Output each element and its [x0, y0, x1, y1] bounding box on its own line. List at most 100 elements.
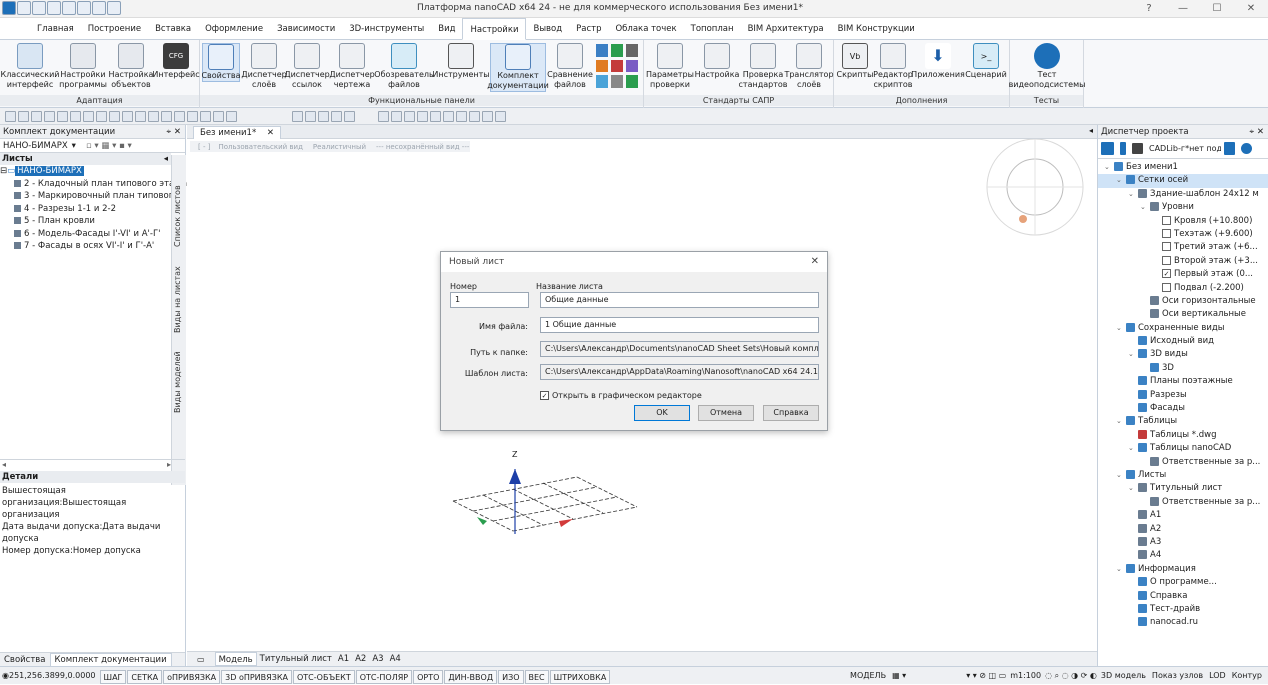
dialog-close-icon[interactable]: ✕ — [811, 252, 827, 272]
check-standards-button[interactable]: Проверка стандартов — [739, 43, 788, 90]
expand-chevron-icon[interactable]: ⌄ — [1116, 322, 1126, 335]
tree-node[interactable]: ⌄ Таблицы nanoCAD — [1098, 442, 1268, 455]
tree-node[interactable]: Ответственные за р... — [1098, 456, 1268, 469]
layout-tab[interactable]: Титульный лист — [257, 652, 335, 666]
tree-node[interactable]: Оси горизонтальные — [1098, 295, 1268, 308]
undo-icon[interactable] — [92, 1, 106, 15]
checkbox-checked-icon[interactable]: ✓ — [1162, 269, 1171, 279]
fillet-tool-icon[interactable] — [200, 111, 211, 122]
status-toggle[interactable]: ШАГ — [99, 669, 127, 684]
check-params-button[interactable]: Параметры проверки — [646, 43, 694, 90]
ref-manager-button[interactable]: Диспетчер ссылок — [284, 43, 330, 90]
tree-node[interactable]: A4 — [1098, 549, 1268, 562]
rotate-tool-icon[interactable] — [135, 111, 146, 122]
info-bar-icon[interactable] — [1120, 142, 1126, 155]
grey-tool-icon[interactable] — [611, 75, 623, 88]
ribbon-tab-9[interactable]: Растр — [569, 18, 608, 40]
cadlib-field[interactable]: CADLib-г*нет под — [1149, 144, 1221, 153]
model-space-label[interactable]: МОДЕЛЬ — [850, 671, 886, 680]
checkbox-icon[interactable] — [1162, 255, 1171, 265]
expand-chevron-icon[interactable]: ⌄ — [1116, 469, 1126, 482]
tree-node[interactable]: ✓ Первый этаж (0... — [1098, 268, 1268, 281]
panel-close-icon[interactable]: ⌖ ✕ — [166, 125, 185, 139]
zoom-window-icon[interactable] — [390, 111, 402, 122]
document-tab[interactable]: Без имени1* ✕ — [193, 126, 282, 139]
line-tool-icon[interactable] — [5, 111, 16, 122]
file-browser-button[interactable]: Обозреватель файлов — [374, 43, 434, 90]
expand-chevron-icon[interactable]: ⌄ — [1128, 348, 1138, 361]
hatch-tool-icon[interactable] — [70, 111, 81, 122]
expand-chevron-icon[interactable]: ⌄ — [1128, 188, 1138, 201]
layout-tab[interactable]: A1 — [335, 652, 352, 666]
tree-node[interactable]: Второй этаж (+3... — [1098, 255, 1268, 268]
ribbon-tab-8[interactable]: Вывод — [526, 18, 569, 40]
tree-node[interactable]: A1 — [1098, 509, 1268, 522]
text-tool-icon[interactable] — [83, 111, 94, 122]
tab-model-views[interactable]: Виды моделей — [173, 333, 182, 413]
tab-sheet-set[interactable]: Комплект документации — [49, 652, 172, 667]
zoom-in-icon[interactable] — [468, 111, 480, 122]
layout-tab[interactable]: A3 — [369, 652, 386, 666]
tree-node[interactable]: A3 — [1098, 536, 1268, 549]
help-icon[interactable]: ? — [1132, 0, 1166, 18]
mirror-tool-icon[interactable] — [161, 111, 172, 122]
layout-icons[interactable]: ▦ ▾ — [892, 671, 906, 680]
new-file-icon[interactable] — [17, 1, 31, 15]
tree-node[interactable]: Планы поэтажные — [1098, 375, 1268, 388]
layer-freeze-icon[interactable] — [317, 111, 329, 122]
blue-tool-icon[interactable] — [596, 44, 608, 57]
expand-chevron-icon[interactable]: ⌄ — [1116, 415, 1126, 428]
zoom-out-icon[interactable] — [481, 111, 493, 122]
array-tool-icon[interactable] — [226, 111, 237, 122]
properties-button[interactable]: Свойства — [201, 43, 241, 82]
trim-tool-icon[interactable] — [174, 111, 185, 122]
ribbon-tab-4[interactable]: Зависимости — [270, 18, 342, 40]
status-toggle[interactable]: ДИН-ВВОД — [444, 669, 498, 684]
apps-button[interactable]: ⬇ Приложения — [911, 43, 965, 80]
annotation-scale[interactable]: m1:100 — [1010, 671, 1041, 680]
ribbon-tab-0[interactable]: Главная — [30, 18, 81, 40]
viewport-menu[interactable]: [ - ] — [190, 143, 218, 151]
zoom-prev-icon[interactable] — [403, 111, 415, 122]
tree-node[interactable]: Оси вертикальные — [1098, 308, 1268, 321]
tree-node[interactable]: ⌄ Информация — [1098, 563, 1268, 576]
zoom-extents-icon[interactable] — [442, 111, 454, 122]
status-toggle[interactable]: ВЕС — [524, 669, 549, 684]
file-name-input[interactable]: 1 Общие данные — [540, 317, 819, 333]
status-toggle[interactable]: ОРТО — [413, 669, 444, 684]
tree-node[interactable]: ⌄ Сетки осей — [1098, 174, 1268, 188]
tree-node[interactable]: ⌄ Сохраненные виды — [1098, 322, 1268, 335]
ribbon-tab-6[interactable]: Вид — [431, 18, 462, 40]
sheet-item[interactable]: 2 - Кладочный план типового этажа — [0, 178, 187, 191]
open-in-editor-checkbox[interactable]: ✓ Открыть в графическом редакторе — [540, 391, 702, 400]
navigation-icons[interactable]: ◌ ⌕ ◌ ◑ ⟳ ◐ — [1045, 671, 1097, 681]
orange-tool-icon[interactable] — [596, 59, 608, 73]
expand-chevron-icon[interactable]: ⌄ — [1128, 482, 1138, 495]
chevron-down-icon[interactable]: ▾ — [72, 139, 76, 153]
doc-tabs-menu-icon[interactable]: ◂ — [1089, 126, 1093, 135]
tree-node[interactable]: О программе... — [1098, 576, 1268, 589]
number-input[interactable]: 1 — [450, 292, 529, 308]
status-right-item[interactable]: Контур — [1232, 671, 1262, 680]
expand-chevron-icon[interactable]: ⌄ — [1116, 563, 1126, 576]
coordinates[interactable]: 251,256.3899,0.0000 — [9, 671, 96, 680]
extend-tool-icon[interactable] — [187, 111, 198, 122]
layer-lock-icon[interactable] — [330, 111, 342, 122]
video-test-button[interactable]: Тест видеоподсистемы — [1009, 43, 1085, 90]
expand-chevron-icon[interactable]: ⌄ — [1140, 201, 1150, 214]
app-logo-icon[interactable] — [2, 1, 16, 15]
status-toggle[interactable]: 3D оПРИВЯЗКА — [221, 669, 292, 684]
tree-node[interactable]: ⌄ Листы — [1098, 469, 1268, 482]
help-button[interactable]: Справка — [763, 405, 819, 421]
ribbon-tab-5[interactable]: 3D-инструменты — [342, 18, 431, 40]
rect-tool-icon[interactable] — [57, 111, 68, 122]
layout-tab[interactable]: A2 — [352, 652, 369, 666]
tree-node[interactable]: Справка — [1098, 590, 1268, 603]
sheet-set-selector[interactable]: НАНО-БИМАРХ ▾ ▫ ▾ ▦ ▾ ▪ ▾ — [0, 139, 185, 153]
checkbox-checked-icon[interactable]: ✓ — [540, 391, 549, 400]
status-right-item[interactable]: Показ узлов — [1152, 671, 1203, 680]
status-toggle[interactable]: СЕТКА — [127, 669, 163, 684]
tab-sheet-list[interactable]: Список листов — [173, 157, 182, 247]
dim-tool-icon[interactable] — [96, 111, 107, 122]
database-icon[interactable] — [1224, 142, 1235, 155]
